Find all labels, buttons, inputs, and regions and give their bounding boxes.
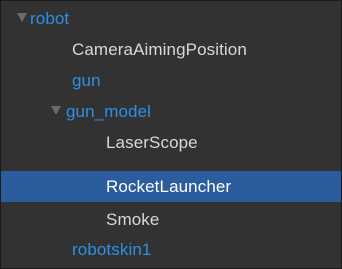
tree-item-robotskin1[interactable]: robotskin1 [1, 234, 341, 265]
expand-arrow-icon[interactable] [17, 13, 27, 22]
tree-item-laser-scope[interactable]: LaserScope [1, 127, 341, 158]
tree-item-gun-model[interactable]: gun_model [1, 96, 341, 127]
expand-arrow-icon[interactable] [51, 106, 61, 115]
tree-item-camera-aiming-position[interactable]: CameraAimingPosition [1, 34, 341, 65]
tree-item-label: gun [72, 71, 101, 90]
tree-item-label: Smoke [106, 210, 160, 229]
tree-item-gun[interactable]: gun [1, 65, 341, 96]
tree-item-label: robotskin1 [72, 240, 152, 259]
tree-item-label: robot [30, 9, 70, 28]
tree-item-label: RocketLauncher [106, 177, 232, 196]
hierarchy-panel: robot CameraAimingPosition gun gun_model… [0, 0, 342, 269]
tree-item-smoke[interactable]: Smoke [1, 204, 341, 235]
tree-item-label: gun_model [66, 102, 152, 121]
tree-item-label: CameraAimingPosition [72, 40, 247, 59]
tree-item-robot[interactable]: robot [1, 3, 341, 34]
tree-item-rocket-launcher[interactable]: RocketLauncher [1, 171, 341, 202]
tree-item-label: LaserScope [106, 133, 198, 152]
